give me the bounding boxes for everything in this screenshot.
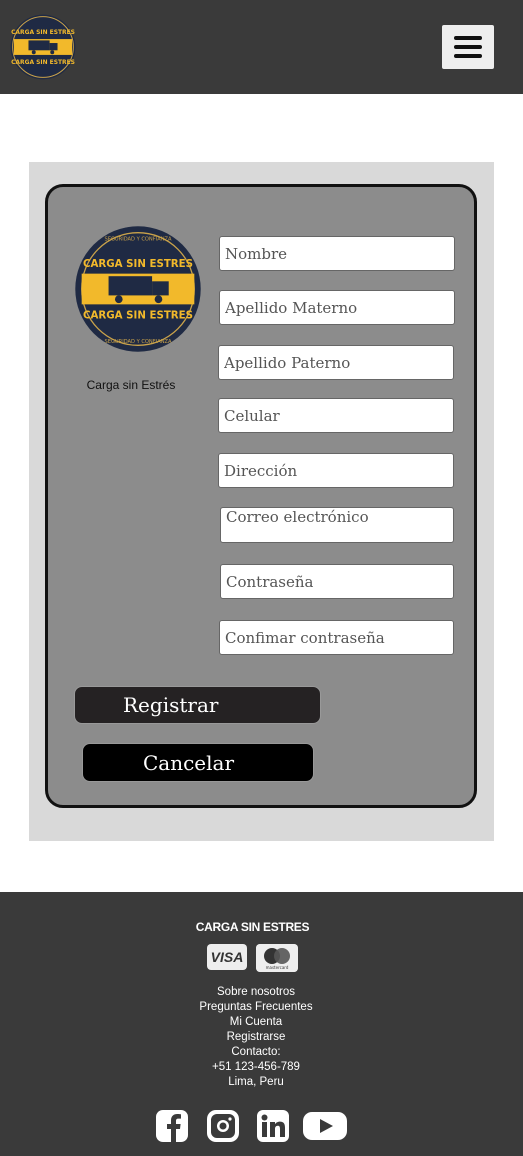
- apellido-paterno-field[interactable]: [218, 345, 454, 380]
- celular-field[interactable]: [218, 398, 454, 433]
- hamburger-icon: [454, 36, 482, 40]
- svg-text:CARGA SIN ESTRES: CARGA SIN ESTRES: [11, 29, 75, 36]
- about-link[interactable]: Sobre nosotros: [0, 985, 512, 1000]
- contact-phone: +51 123-456-789: [212, 1061, 300, 1073]
- direccion-field[interactable]: [218, 453, 454, 488]
- svg-text:SEGURIDAD Y CONFIANZA: SEGURIDAD Y CONFIANZA: [104, 236, 172, 242]
- cancel-button[interactable]: Cancelar: [82, 743, 314, 782]
- svg-text:mastercard: mastercard: [266, 965, 289, 970]
- contact-label: Contacto:: [231, 1046, 281, 1058]
- brand-caption: Carga sin Estrés: [86, 378, 176, 392]
- svg-text:CARGA SIN ESTRES: CARGA SIN ESTRES: [83, 258, 193, 270]
- account-link[interactable]: Mi Cuenta: [0, 1015, 512, 1030]
- apellido-materno-field[interactable]: [219, 290, 455, 325]
- svg-text:SEGURIDAD Y CONFIANZA: SEGURIDAD Y CONFIANZA: [104, 339, 172, 345]
- visa-icon: VISA: [207, 944, 247, 970]
- password-field[interactable]: [220, 564, 454, 599]
- nombre-field[interactable]: [219, 236, 455, 271]
- instagram-icon[interactable]: [205, 1110, 239, 1142]
- footer-links: Sobre nosotros Preguntas Frecuentes Mi C…: [0, 985, 512, 1090]
- confirm-password-field[interactable]: [219, 620, 454, 655]
- site-header: CARGA SIN ESTRES CARGA SIN ESTRES: [0, 0, 523, 94]
- logo-home-link[interactable]: CARGA SIN ESTRES CARGA SIN ESTRES: [10, 14, 76, 80]
- linkedin-icon[interactable]: [256, 1110, 290, 1142]
- register-button[interactable]: Registrar: [74, 686, 321, 724]
- email-field[interactable]: [220, 507, 454, 543]
- register-section: SEGURIDAD Y CONFIANZA CARGA SIN ESTRES C…: [29, 162, 494, 841]
- svg-text:CARGA SIN ESTRES: CARGA SIN ESTRES: [11, 59, 75, 66]
- site-footer: CARGA SIN ESTRES VISA mastercard Sobre n…: [0, 892, 523, 1156]
- facebook-icon[interactable]: [155, 1110, 189, 1142]
- mastercard-icon: mastercard: [256, 944, 298, 972]
- svg-text:CARGA SIN ESTRES: CARGA SIN ESTRES: [83, 309, 193, 321]
- register-link[interactable]: Registrarse: [0, 1030, 512, 1045]
- footer-title: CARGA SIN ESTRES: [195, 920, 310, 934]
- youtube-icon[interactable]: [302, 1110, 348, 1142]
- brand-logo: SEGURIDAD Y CONFIANZA CARGA SIN ESTRES C…: [75, 226, 201, 352]
- register-card: SEGURIDAD Y CONFIANZA CARGA SIN ESTRES C…: [45, 184, 477, 808]
- faq-link[interactable]: Preguntas Frecuentes: [0, 1000, 512, 1015]
- contact-location: Lima, Peru: [228, 1076, 284, 1088]
- menu-button[interactable]: [442, 25, 494, 69]
